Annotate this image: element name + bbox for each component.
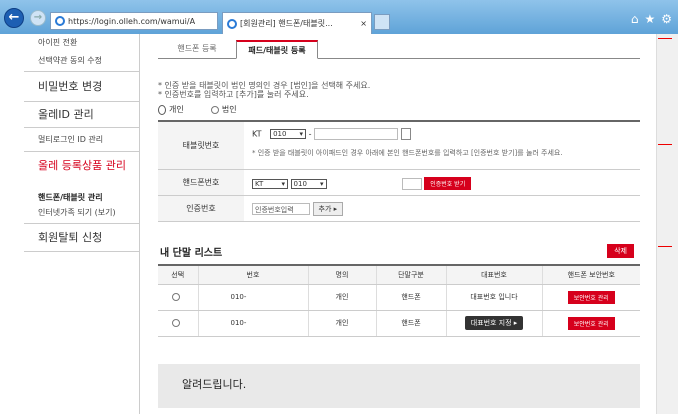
- scroll-marker: [658, 246, 672, 247]
- home-icon[interactable]: ⌂: [631, 12, 639, 26]
- tablet-number-input[interactable]: [314, 128, 399, 140]
- address-bar[interactable]: https://login.olleh.com/wamui/A: [50, 12, 218, 30]
- row-owner: 개인: [307, 310, 376, 337]
- table-header-row: 선택 번호 명의 단말구분 대표번호 핸드폰 보안번호: [158, 265, 640, 285]
- row-type: 핸드폰: [375, 310, 446, 337]
- radio-personal-label: 개인: [169, 105, 184, 114]
- new-tab-button[interactable]: [374, 14, 390, 30]
- sidebar-item-family[interactable]: 인터넷가족 되기 (보기): [24, 206, 139, 224]
- col-number: 번호: [197, 265, 308, 285]
- sidebar-item-terms[interactable]: 선택약관 동의 수정: [24, 52, 139, 72]
- browser-icons: ⌂ ★ ⚙: [631, 12, 672, 26]
- chevron-down-icon: ▾: [299, 130, 304, 138]
- row-rep: 대표번호 입니다: [445, 284, 542, 311]
- security-manage-button[interactable]: 보안번호 관리: [567, 290, 615, 304]
- forward-button[interactable]: →: [30, 10, 46, 26]
- device-list-table: 선택 번호 명의 단말구분 대표번호 핸드폰 보안번호 010- 개인 핸드폰 …: [158, 264, 640, 337]
- tablet-carrier: KT: [252, 129, 262, 139]
- sidebar-item-phone-tablet[interactable]: 핸드폰/태블릿 관리: [24, 190, 139, 206]
- browser-tab-active[interactable]: [회원관리] 핸드폰/태블릿... ×: [222, 12, 372, 34]
- col-type: 단말구분: [375, 265, 446, 285]
- tablet-number-label: 태블릿번호: [158, 122, 244, 169]
- note-line-2: * 인증번호를 입력하고 [추가]를 눌러 주세요.: [158, 90, 309, 99]
- phone-number-input[interactable]: [401, 177, 422, 190]
- auth-code-input[interactable]: 인증번호입력: [252, 203, 310, 215]
- owner-radio-group: 개인 법인: [158, 104, 237, 115]
- row-number: 010-: [197, 310, 308, 337]
- col-rep: 대표번호: [445, 265, 542, 285]
- auth-code-row: 인증번호 인증번호입력 추가 ▸: [158, 196, 640, 222]
- sidebar-item-multilogin[interactable]: 멀티로그인 ID 관리: [24, 128, 139, 152]
- sidebar-menu: 아이핀 전환 선택약관 동의 수정 비밀번호 변경 올레ID 관리 멀티로그인 …: [24, 34, 140, 414]
- settings-gear-icon[interactable]: ⚙: [661, 12, 672, 26]
- device-list-title: 내 단말 리스트: [160, 248, 223, 259]
- register-tabs: 핸드폰 등록 패드/태블릿 등록: [158, 40, 640, 59]
- notice-box: 알려드립니다.: [158, 364, 640, 408]
- phone-number-label: 핸드폰번호: [158, 170, 244, 195]
- tablet-number-input-2[interactable]: [400, 128, 411, 140]
- row-owner: 개인: [307, 284, 376, 311]
- main-content: 핸드폰 등록 패드/태블릿 등록 * 인증 받을 태블릿이 법인 명의인 경우 …: [158, 34, 640, 414]
- table-row: 010- 개인 핸드폰 대표번호 입니다 보안번호 관리: [158, 284, 640, 311]
- browser-toolbar: ← → https://login.olleh.com/wamui/A [회원관…: [0, 0, 678, 34]
- row-type: 핸드폰: [375, 284, 446, 311]
- page-scrollbar[interactable]: [656, 34, 678, 414]
- row-select-radio[interactable]: [172, 293, 181, 301]
- notice-title: 알려드립니다.: [182, 378, 247, 391]
- row-number: 010-: [197, 284, 308, 311]
- radio-corporate[interactable]: [210, 105, 219, 114]
- phone-prefix-select[interactable]: 010 ▾: [290, 178, 327, 189]
- ie-logo-icon: [55, 16, 65, 26]
- radio-corporate-label: 법인: [221, 105, 237, 114]
- tab-pad-register[interactable]: 패드/태블릿 등록: [236, 40, 318, 59]
- sidebar-item-products[interactable]: 올레 등록상품 관리: [24, 152, 139, 190]
- row-select-radio[interactable]: [172, 319, 181, 327]
- tablet-prefix-select[interactable]: 010 ▾: [270, 129, 307, 139]
- scroll-marker: [658, 144, 672, 145]
- get-code-button[interactable]: 인증번호 받기: [424, 177, 472, 190]
- scroll-marker: [658, 38, 672, 39]
- ie-logo-icon: [227, 18, 237, 29]
- set-rep-button[interactable]: 대표번호 지정 ▸: [464, 316, 524, 330]
- security-manage-button[interactable]: 보안번호 관리: [567, 316, 615, 330]
- address-url: https://login.olleh.com/wamui/A: [68, 16, 196, 26]
- tab-phone-register[interactable]: 핸드폰 등록: [158, 40, 236, 59]
- radio-personal[interactable]: [158, 104, 166, 115]
- phone-carrier-select[interactable]: KT ▾: [252, 178, 288, 189]
- sidebar-item-ipin[interactable]: 아이핀 전환: [24, 34, 139, 52]
- close-tab-icon[interactable]: ×: [360, 19, 367, 28]
- sidebar-item-password[interactable]: 비밀번호 변경: [24, 72, 139, 102]
- col-security: 핸드폰 보안번호: [541, 265, 640, 285]
- sidebar-item-olleh-id[interactable]: 올레ID 관리: [24, 102, 139, 128]
- auth-code-label: 인증번호: [158, 196, 244, 221]
- register-form: 태블릿번호 KT 010 ▾ - * 인증 받을 태블릿이 아이패드인 경우 아래…: [158, 120, 640, 222]
- phone-number-row: 핸드폰번호 KT ▾ 010 ▾ 인증번호 받기: [158, 170, 640, 196]
- sidebar-item-withdraw[interactable]: 회원탈퇴 신청: [24, 224, 139, 252]
- chevron-down-icon: ▾: [281, 179, 285, 188]
- col-select: 선택: [158, 265, 198, 285]
- table-row: 010- 개인 핸드폰 대표번호 지정 ▸ 보안번호 관리: [158, 310, 640, 337]
- col-owner: 명의: [307, 265, 376, 285]
- back-button[interactable]: ←: [4, 8, 24, 28]
- tablet-number-row: 태블릿번호 KT 010 ▾ - * 인증 받을 태블릿이 아이패드인 경우 아래…: [158, 122, 640, 170]
- delete-button[interactable]: 삭제: [607, 244, 634, 258]
- tab-title: [회원관리] 핸드폰/태블릿...: [240, 19, 333, 28]
- add-button[interactable]: 추가 ▸: [312, 202, 344, 216]
- chevron-down-icon: ▾: [320, 179, 324, 188]
- tablet-hint: * 인증 받을 태블릿이 아이패드인 경우 아래에 본인 핸드폰번호를 입력하고…: [252, 149, 563, 157]
- favorites-star-icon[interactable]: ★: [644, 12, 655, 26]
